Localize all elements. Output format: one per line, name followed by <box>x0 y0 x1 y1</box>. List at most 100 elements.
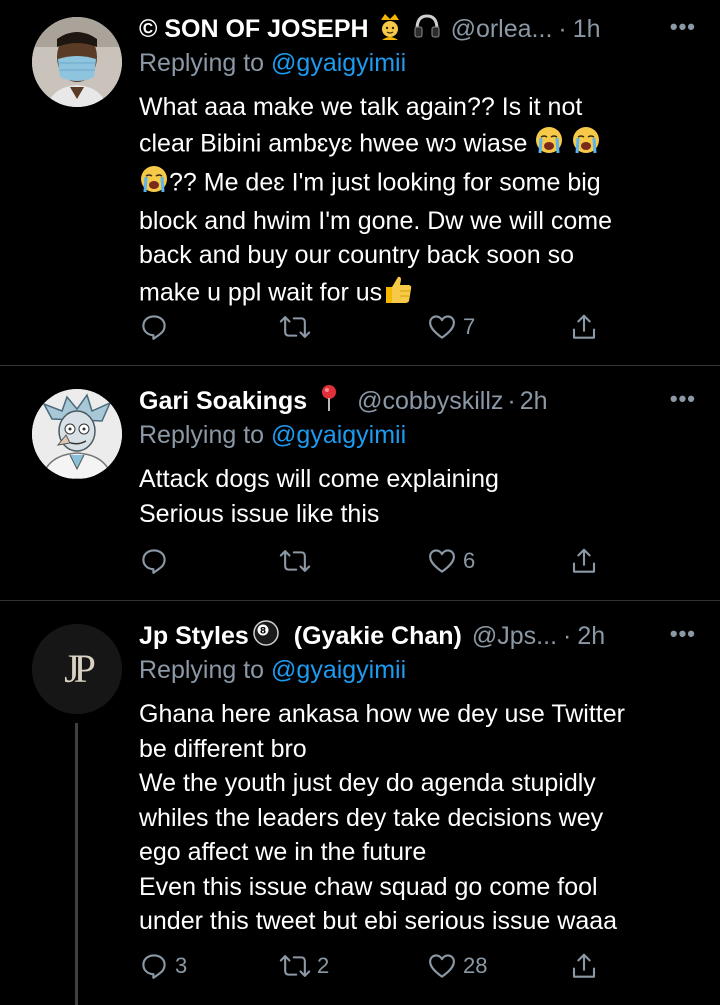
tweet-text-line: What aaa make we talk again?? Is it not <box>139 93 583 121</box>
avatar[interactable] <box>32 389 122 479</box>
tweet-text-segment: clear Bibini ambɛyɛ hwee wɔ wiase <box>139 128 528 157</box>
pin-icon <box>319 384 339 419</box>
tweet-actions: 7 <box>139 312 609 352</box>
heart-icon <box>429 549 455 573</box>
tweet-text-line: Ghana here ankasa how we dey use Twitter <box>139 700 625 728</box>
tweet-actions: 6 <box>139 546 609 586</box>
tweet-text-line: under this tweet but ebi serious issue w… <box>139 907 618 935</box>
reply-button[interactable] <box>139 312 175 342</box>
replying-to-mention[interactable]: @gyaigyimii <box>271 656 406 684</box>
share-icon <box>572 314 596 339</box>
user-handle[interactable]: @orlea... <box>451 15 553 44</box>
reply-button[interactable]: 3 <box>139 951 187 981</box>
tweet-text-segment: make u ppl wait for us <box>139 277 383 306</box>
more-options-icon[interactable]: ••• <box>670 14 696 40</box>
replying-to: Replying to @gyaigyimii <box>139 418 696 452</box>
user-handle[interactable]: @cobbyskillz <box>357 387 503 416</box>
thread-connector <box>75 723 78 1005</box>
tweet-text: Attack dogs will come explaining Serious… <box>139 462 696 531</box>
tweet-text-segment: ?? Me deɛ I'm just looking for some big <box>169 168 601 197</box>
retweet-button[interactable]: 2 <box>279 951 329 981</box>
tweet-text-line: clear Bibini ambɛyɛ hwee wɔ wiase <box>139 125 696 165</box>
separator-dot: · <box>563 621 572 650</box>
reply-count: 3 <box>175 953 188 978</box>
tweet-text-line: We the youth just dey do agenda stupidly <box>139 769 596 797</box>
like-count: 7 <box>463 314 476 339</box>
share-button[interactable] <box>569 546 599 576</box>
like-button[interactable]: 6 <box>427 546 475 576</box>
loudly-crying-face-icon <box>139 164 169 204</box>
display-name[interactable]: Jp Styles <box>139 622 249 651</box>
more-options-icon[interactable]: ••• <box>670 621 696 647</box>
retweet-button[interactable] <box>279 312 317 342</box>
like-button[interactable]: 7 <box>427 312 475 342</box>
replying-to-label: Replying to <box>139 421 272 449</box>
replying-to: Replying to @gyaigyimii <box>139 653 696 687</box>
separator-dot: · <box>507 386 516 415</box>
tweet-text-line: Serious issue like this <box>139 499 380 528</box>
thumbs-up-icon <box>382 273 414 315</box>
timestamp[interactable]: 1h <box>573 15 601 44</box>
loudly-crying-face-icon <box>534 125 564 165</box>
separator-dot: · <box>558 14 567 43</box>
loudly-crying-face-icon <box>571 125 601 165</box>
replying-to: Replying to @gyaigyimii <box>139 46 696 80</box>
user-handle[interactable]: @Jps... <box>472 622 557 651</box>
reply-icon <box>142 549 166 574</box>
timestamp[interactable]: 2h <box>577 622 605 651</box>
display-name-suffix[interactable]: (Gyakie Chan) <box>294 622 462 651</box>
tweet-header: Gari Soakings @cobbyskillz · 2h <box>139 384 696 418</box>
retweet-icon <box>279 316 311 338</box>
like-count: 28 <box>463 953 488 978</box>
heart-icon <box>429 954 455 978</box>
share-button[interactable] <box>569 951 599 981</box>
tweet-3[interactable]: JP Jp Styles 8 (Gyakie Chan) @Jps... · 2… <box>0 601 720 1005</box>
share-icon <box>572 548 596 573</box>
like-button[interactable]: 28 <box>427 951 487 981</box>
retweet-icon <box>279 550 311 572</box>
replying-to-mention[interactable]: @gyaigyimii <box>271 421 406 449</box>
tweet-text-line: Even this issue chaw squad go come fool <box>139 872 598 901</box>
share-icon <box>572 953 596 978</box>
timestamp[interactable]: 2h <box>520 387 548 416</box>
tweet-text-line: ego affect we in the future <box>139 838 427 866</box>
tweet-text-line: Attack dogs will come explaining <box>139 465 499 493</box>
reply-icon <box>142 954 166 979</box>
tweet-text-line: make u ppl wait for us <box>139 273 696 315</box>
tweet-text-line: be different bro <box>139 734 307 763</box>
tweet-actions: 3 2 28 <box>139 951 609 991</box>
replying-to-label: Replying to <box>139 656 272 684</box>
avatar[interactable]: JP <box>32 624 122 714</box>
tweet-text: What aaa make we talk again?? Is it not … <box>139 90 696 314</box>
avatar[interactable] <box>32 17 122 107</box>
svg-text:8: 8 <box>260 626 266 636</box>
share-button[interactable] <box>569 312 599 342</box>
headphones-icon <box>413 13 441 46</box>
like-count: 6 <box>463 548 476 573</box>
reply-button[interactable] <box>139 546 175 576</box>
tweet-header: Jp Styles 8 (Gyakie Chan) @Jps... · 2h <box>139 619 696 653</box>
display-name[interactable]: © SON OF JOSEPH <box>139 15 369 44</box>
tweet-text: Ghana here ankasa how we dey use Twitter… <box>139 697 696 939</box>
tweet-2[interactable]: Gari Soakings @cobbyskillz · 2h ••• Repl… <box>0 366 720 599</box>
retweet-count: 2 <box>317 953 330 978</box>
retweet-icon <box>279 955 311 977</box>
tweet-text-line: block and hwim I'm gone. Dw we will come <box>139 206 612 235</box>
avatar-monogram: JP <box>64 646 96 691</box>
tweet-1[interactable]: © SON OF JOSEPH @orlea... · 1h ••• Reply… <box>0 0 720 365</box>
tweet-header: © SON OF JOSEPH @orlea... · 1h <box>139 12 696 46</box>
heart-icon <box>429 315 455 339</box>
more-options-icon[interactable]: ••• <box>670 386 696 412</box>
tweet-text-line: back and buy our country back soon so <box>139 241 574 269</box>
cartoon-scientist-icon <box>32 389 122 479</box>
reply-icon <box>142 315 166 340</box>
replying-to-mention[interactable]: @gyaigyimii <box>271 49 406 77</box>
retweet-button[interactable] <box>279 546 317 576</box>
eight-ball-icon: 8 <box>252 619 280 654</box>
man-with-face-mask-icon <box>32 17 122 107</box>
tweet-text-line: whiles the leaders dey take decisions we… <box>139 803 604 832</box>
replying-to-label: Replying to <box>139 49 272 77</box>
tweet-text-line: ?? Me deɛ I'm just looking for some big <box>139 164 696 204</box>
crown-person-icon <box>377 12 403 47</box>
display-name[interactable]: Gari Soakings <box>139 387 307 416</box>
